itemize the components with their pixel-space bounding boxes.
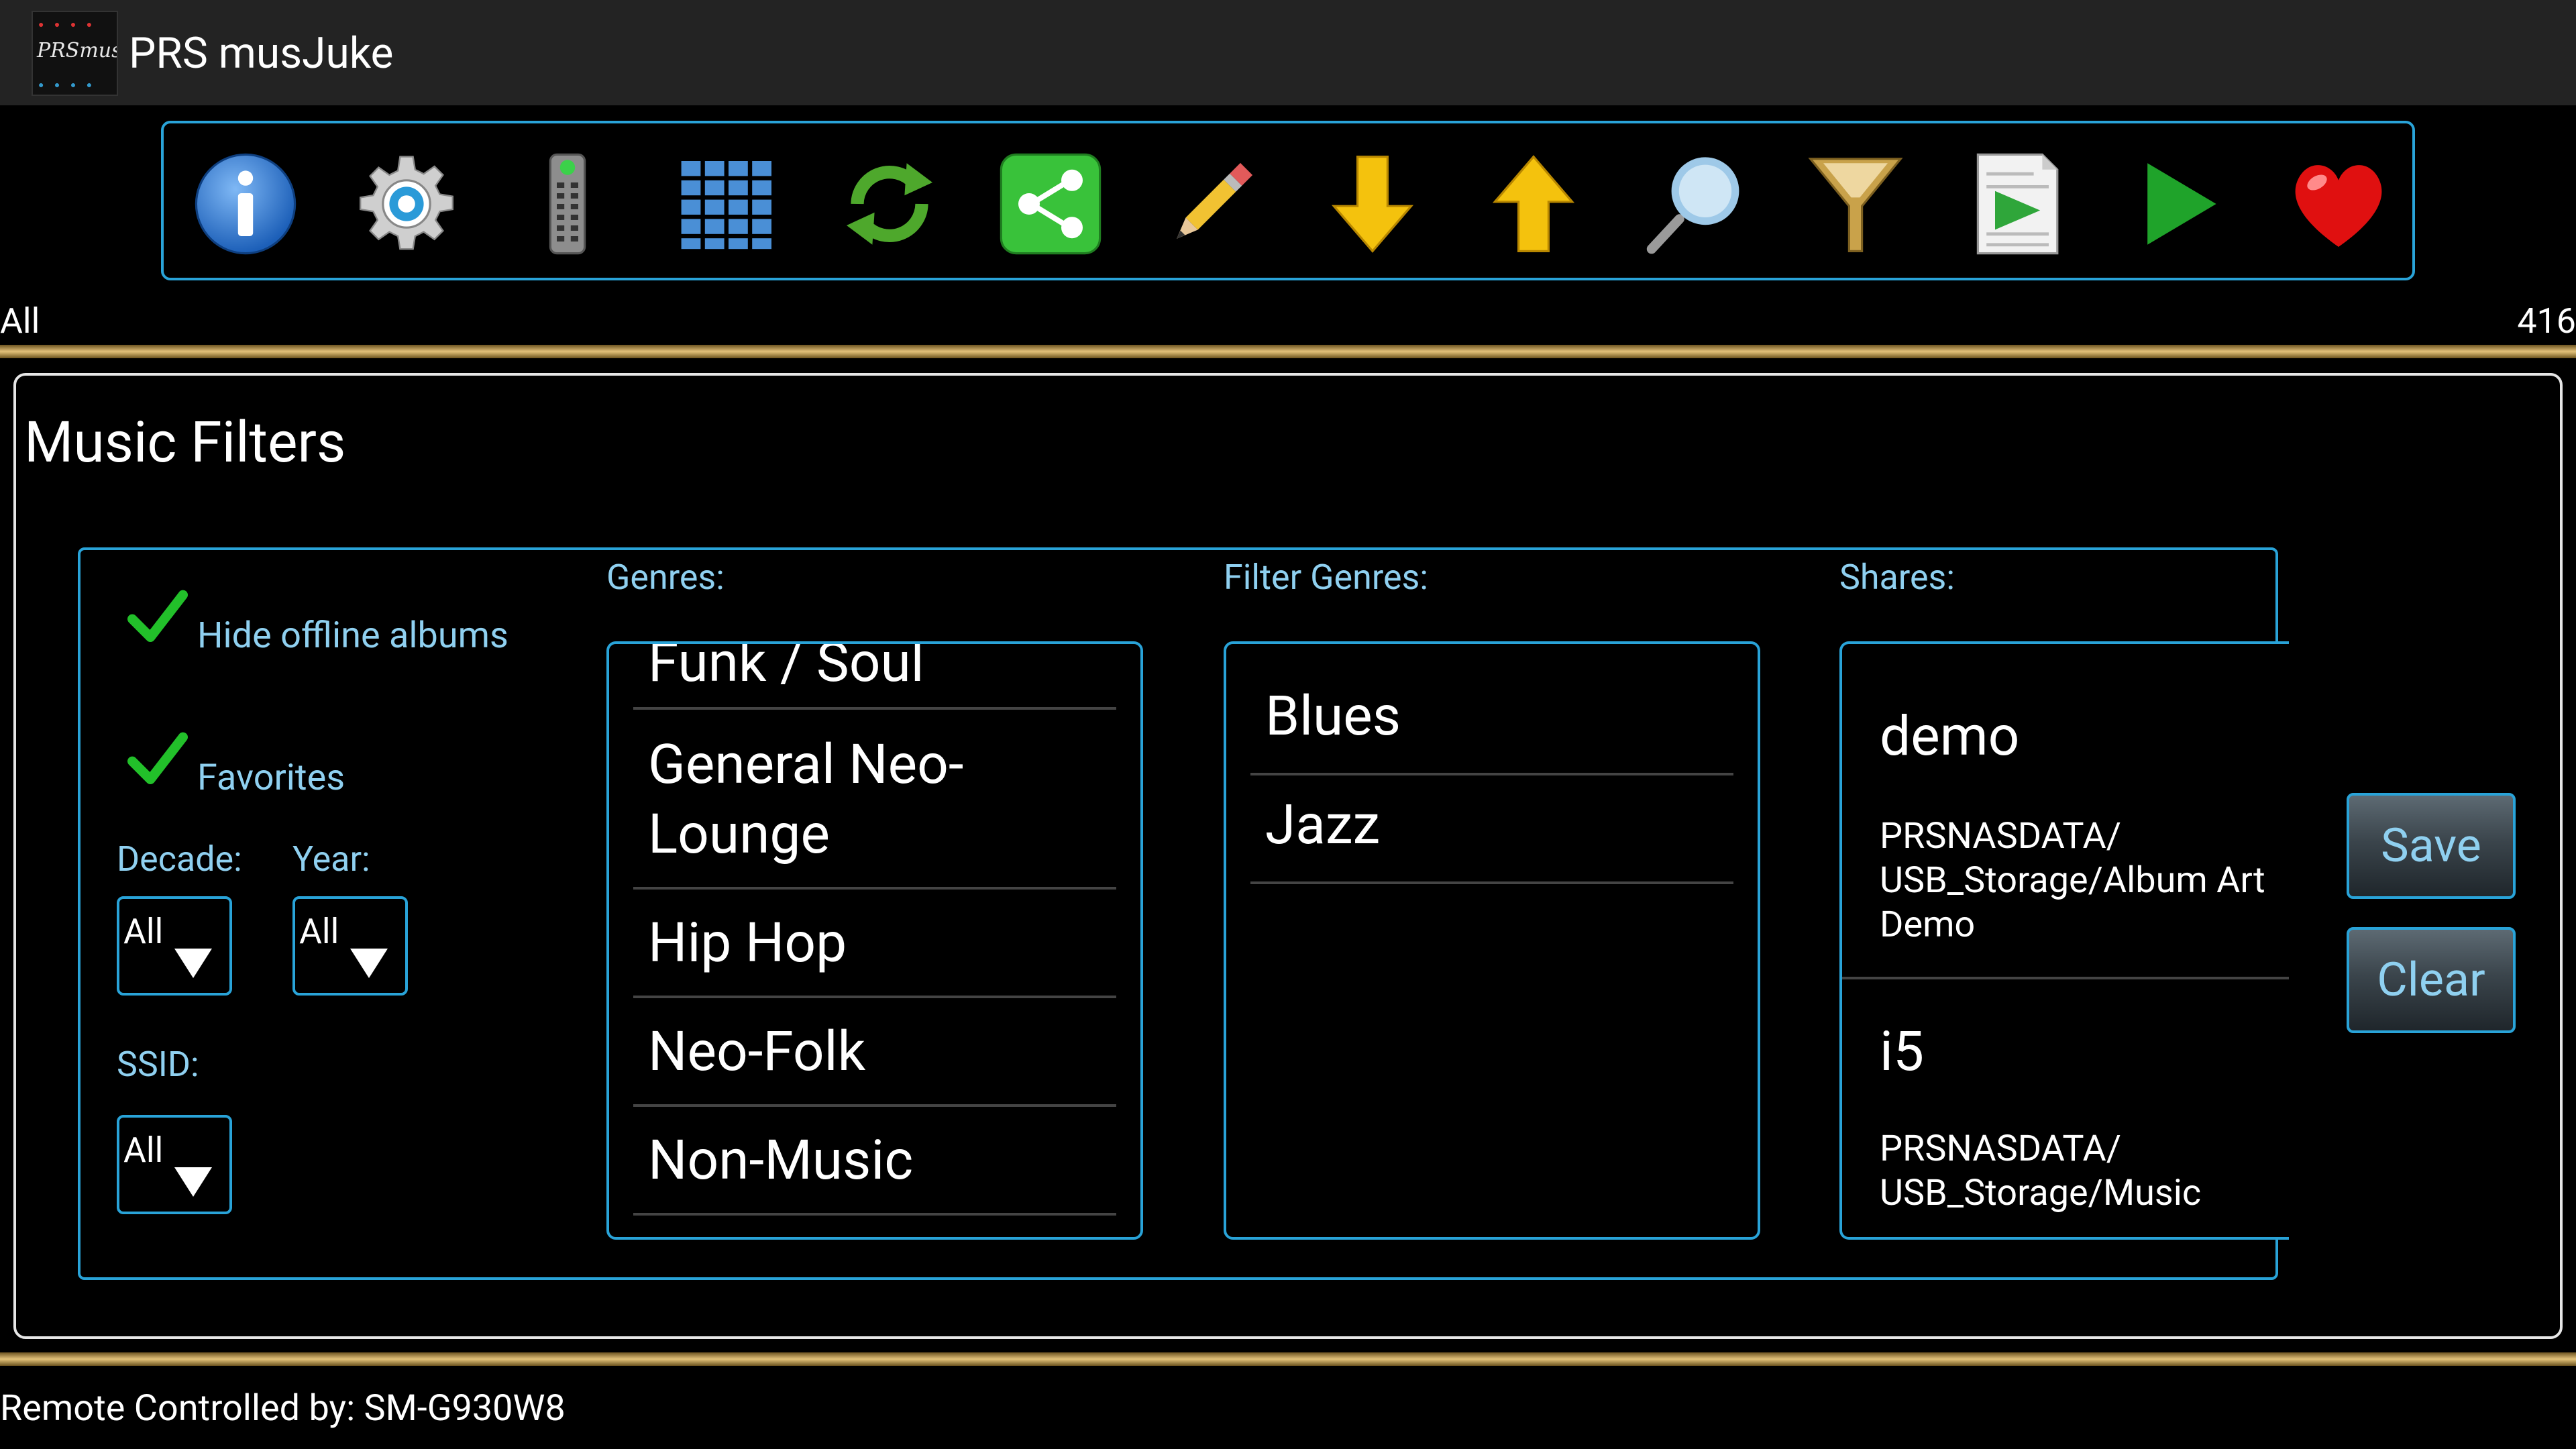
arrow-down-icon[interactable] <box>1319 150 1426 258</box>
filter-status-text: All <box>0 301 40 341</box>
decade-select-value: All <box>123 911 164 952</box>
gear-icon[interactable] <box>353 150 460 258</box>
info-icon[interactable] <box>192 150 299 258</box>
dropdown-arrow-icon <box>350 949 388 978</box>
share-name: demo <box>1880 704 2020 769</box>
magnifier-icon[interactable] <box>1641 150 1748 258</box>
music-filters-dialog: Music Filters Hide offline albums Favori… <box>13 373 2563 1339</box>
checkmark-icon <box>127 590 188 642</box>
filter-genres-label: Filter Genres: <box>1224 557 1428 598</box>
divider <box>0 1352 2576 1366</box>
genres-label: Genres: <box>606 557 724 598</box>
year-select-value: All <box>299 911 339 952</box>
year-label: Year: <box>292 839 370 879</box>
save-button[interactable]: Save <box>2347 793 2516 899</box>
clear-button[interactable]: Clear <box>2347 927 2516 1033</box>
refresh-icon[interactable] <box>836 150 943 258</box>
share-path: PRSNASDATA/ USB_Storage/Music <box>1880 1128 2202 1214</box>
list-item[interactable]: Hip Hop <box>633 890 1116 998</box>
app-title: PRS musJuke <box>129 28 394 78</box>
share-path: PRSNASDATA/ USB_Storage/Album Art Demo <box>1880 815 2265 946</box>
hide-offline-label: Hide offline albums <box>197 614 508 657</box>
playlist-icon[interactable] <box>1963 150 2070 258</box>
list-item[interactable]: demo PRSNASDATA/ USB_Storage/Album Art D… <box>1842 644 2289 979</box>
app-logo: ● ● ● ● PRSmusJuke ● ● ● ● <box>32 11 118 96</box>
genres-list[interactable]: Funk / Soul General Neo-Lounge Hip Hop N… <box>606 641 1143 1240</box>
pencil-icon[interactable] <box>1158 150 1265 258</box>
list-item[interactable]: General Neo-Lounge <box>633 710 1116 890</box>
list-item[interactable]: Jazz <box>1250 775 1733 884</box>
play-icon[interactable] <box>2124 150 2231 258</box>
track-count: 416 <box>2517 301 2576 341</box>
shares-label: Shares: <box>1839 557 1955 598</box>
list-item[interactable]: Blues <box>1250 644 1733 775</box>
ssid-select-value: All <box>123 1130 164 1171</box>
remote-status-text: Remote Controlled by: SM-G930W8 <box>0 1387 566 1430</box>
favorites-label: Favorites <box>197 757 345 799</box>
arrow-up-icon[interactable] <box>1480 150 1587 258</box>
dropdown-arrow-icon <box>174 949 212 978</box>
filter-panel: Hide offline albums Favorites Decade: Ye… <box>78 547 2289 1280</box>
heart-icon[interactable] <box>2285 150 2392 258</box>
dialog-title: Music Filters <box>24 409 346 476</box>
filter-genres-list[interactable]: Blues Jazz <box>1224 641 1760 1240</box>
list-item[interactable]: Neo-Folk <box>633 998 1116 1107</box>
ssid-select[interactable]: All <box>117 1115 232 1214</box>
dropdown-arrow-icon <box>174 1167 212 1197</box>
remote-icon[interactable] <box>514 150 621 258</box>
list-item[interactable]: Non-Music <box>633 1107 1116 1216</box>
share-name: i5 <box>1880 1020 1925 1084</box>
year-select[interactable]: All <box>292 896 408 996</box>
decade-select[interactable]: All <box>117 896 232 996</box>
app-logo-text: PRSmusJuke <box>37 39 117 62</box>
decade-label: Decade: <box>117 839 242 879</box>
ssid-label: SSID: <box>117 1044 199 1085</box>
checkmark-icon <box>127 732 188 784</box>
toolbar <box>161 121 2415 280</box>
share-icon[interactable] <box>997 150 1104 258</box>
list-item[interactable]: i5 PRSNASDATA/ USB_Storage/Music <box>1842 979 2289 1237</box>
funnel-icon[interactable] <box>1802 150 1909 258</box>
list-item[interactable]: Funk / Soul <box>633 644 1116 710</box>
grid-icon[interactable] <box>675 150 782 258</box>
divider <box>0 345 2576 358</box>
title-bar: ● ● ● ● PRSmusJuke ● ● ● ● PRS musJuke <box>0 0 2576 105</box>
shares-list[interactable]: demo PRSNASDATA/ USB_Storage/Album Art D… <box>1839 641 2289 1240</box>
